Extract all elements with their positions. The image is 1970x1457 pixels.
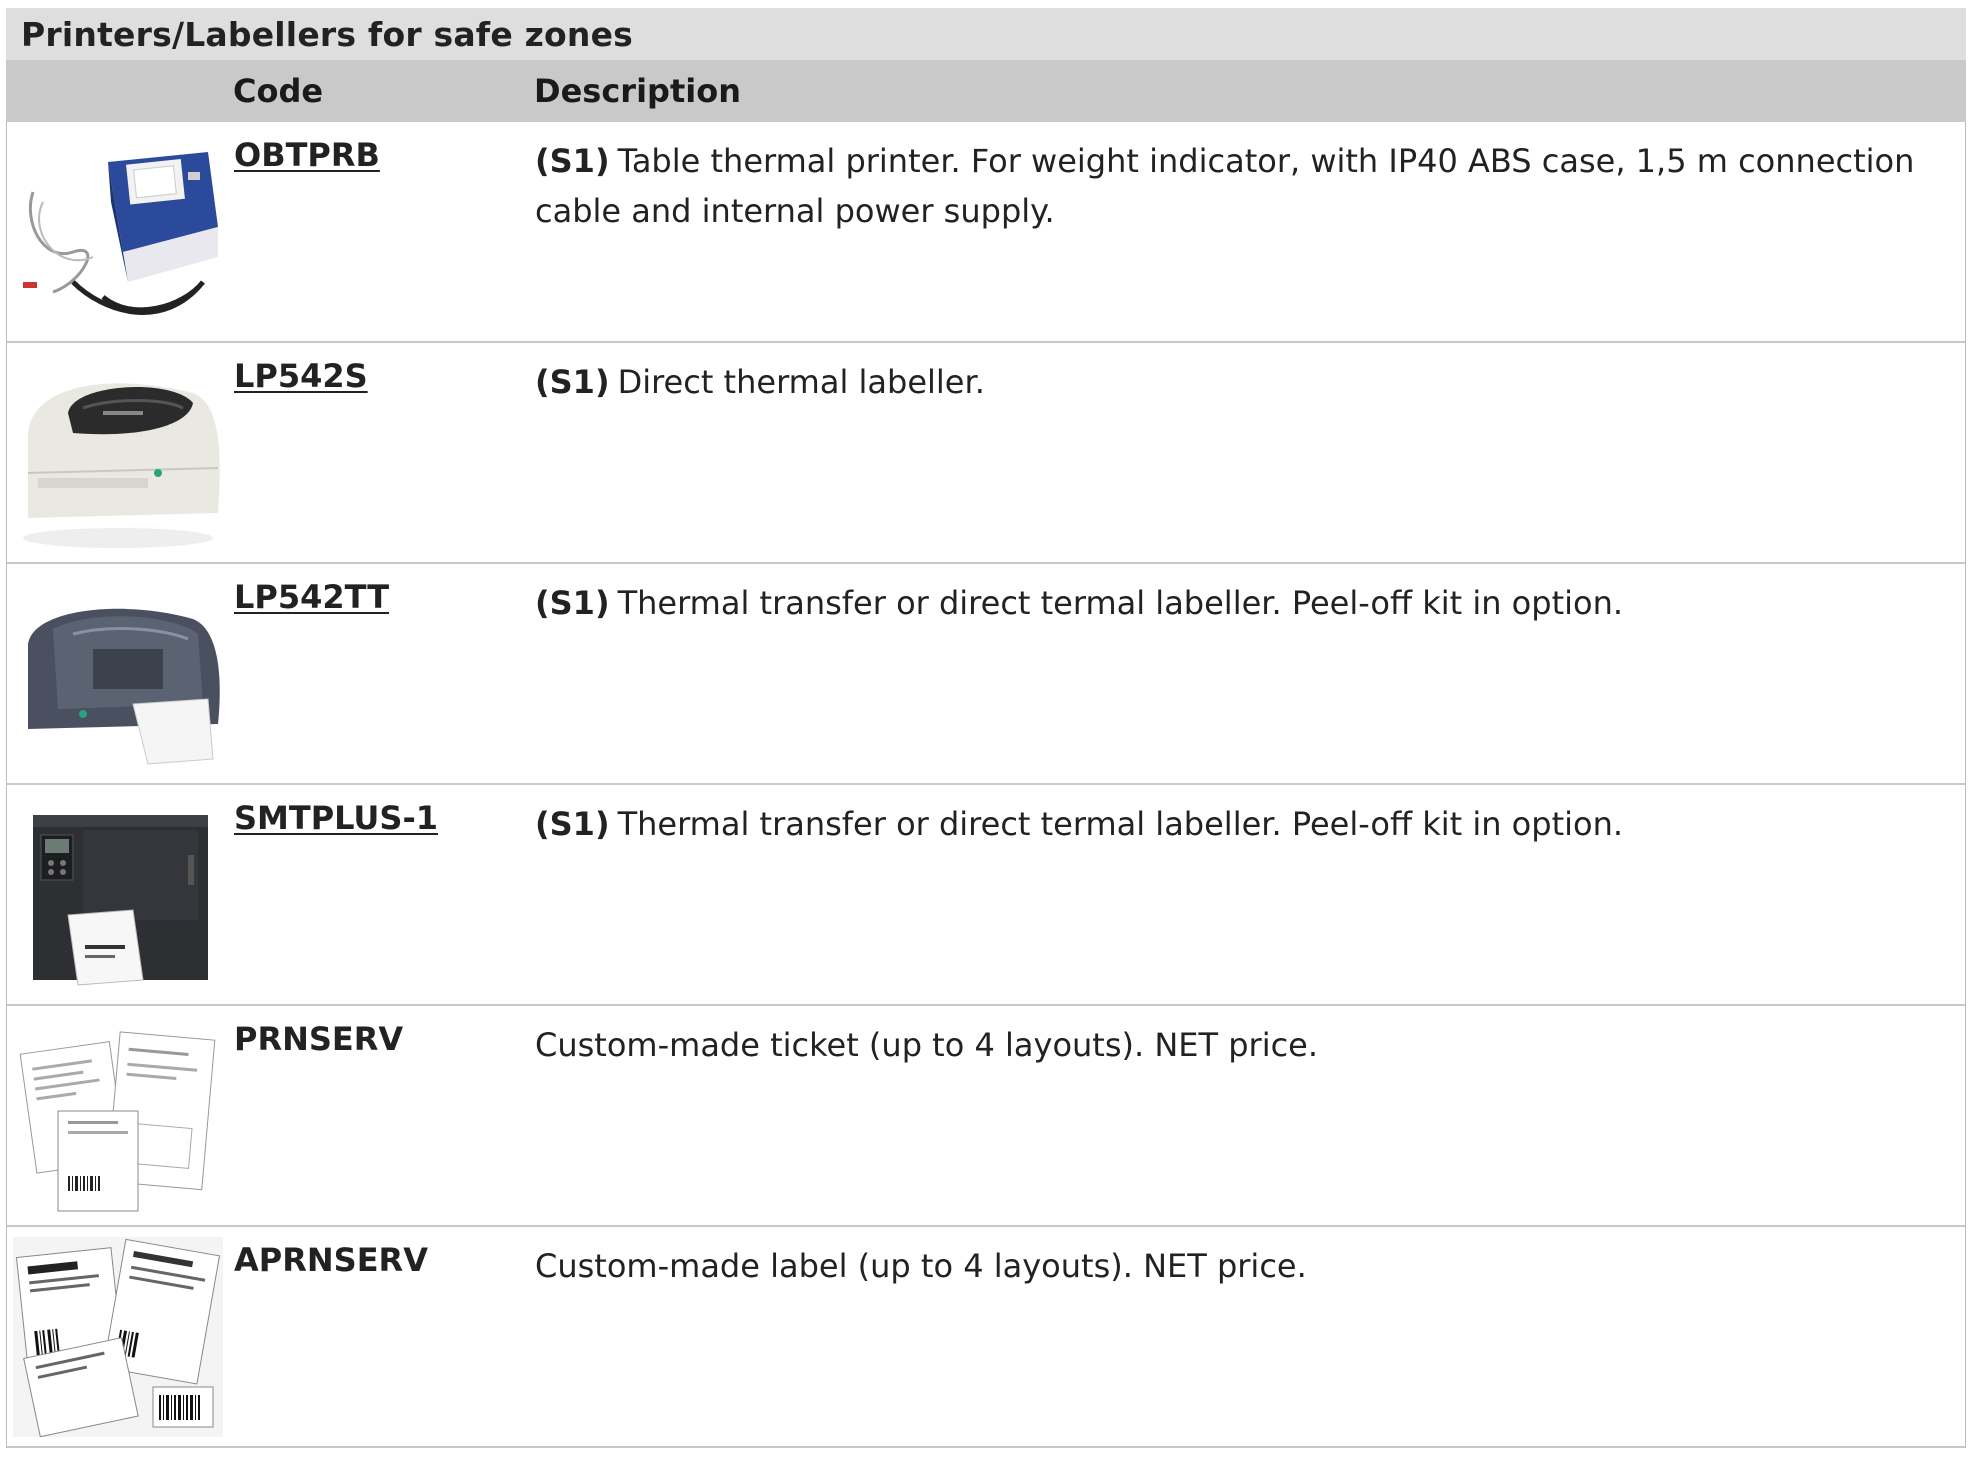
product-code: APRNSERV: [234, 1241, 428, 1279]
description-text: Direct thermal labeller.: [617, 363, 985, 401]
printers-table: Printers/Labellers for safe zones Code D…: [6, 8, 1966, 1448]
white-labeller-image: [13, 353, 223, 553]
grey-labeller-image: [13, 574, 223, 774]
description-text: Custom-made ticket (up to 4 layouts). NE…: [535, 1026, 1319, 1064]
table-header: Code Description: [6, 60, 1966, 122]
table-row: LP542TT (S1) Thermal transfer or direct t…: [7, 564, 1965, 785]
product-code-link[interactable]: LP542TT: [234, 578, 389, 616]
zone-tag: (S1): [535, 805, 610, 843]
description-text: Custom-made label (up to 4 layouts). NET…: [535, 1247, 1307, 1285]
industrial-labeller-image: [13, 795, 223, 995]
sample-tickets-image: [13, 1016, 223, 1216]
description-text: Table thermal printer. For weight indica…: [535, 142, 1915, 230]
product-code-link[interactable]: LP542S: [234, 357, 368, 395]
zone-tag: (S1): [535, 142, 610, 180]
product-code-link[interactable]: SMTPLUS-1: [234, 799, 438, 837]
table-row: SMTPLUS-1 (S1) Thermal transfer or direct…: [7, 785, 1965, 1006]
column-header-code: Code: [233, 72, 324, 110]
column-header-description: Description: [534, 72, 741, 110]
product-code-link[interactable]: OBTPRB: [234, 136, 380, 174]
product-description: (S1) Thermal transfer or direct termal la…: [535, 799, 1945, 849]
section-title-bar: Printers/Labellers for safe zones: [6, 8, 1966, 60]
section-title: Printers/Labellers for safe zones: [21, 14, 634, 54]
table-row: OBTPRB (S1) Table thermal printer. For we…: [7, 122, 1965, 343]
table-row: LP542S (S1) Direct thermal labeller.: [7, 343, 1965, 564]
table-body: OBTPRB (S1) Table thermal printer. For we…: [6, 122, 1966, 1448]
product-code: PRNSERV: [234, 1020, 404, 1058]
description-text: Thermal transfer or direct termal labell…: [617, 805, 1624, 843]
product-description: (S1) Table thermal printer. For weight in…: [535, 136, 1945, 236]
product-description: (S1) Direct thermal labeller.: [535, 357, 1945, 407]
zone-tag: (S1): [535, 584, 610, 622]
product-description: Custom-made label (up to 4 layouts). NET…: [535, 1241, 1945, 1291]
product-description: Custom-made ticket (up to 4 layouts). NE…: [535, 1020, 1945, 1070]
description-text: Thermal transfer or direct termal labell…: [617, 584, 1624, 622]
thermal-printer-image: [13, 132, 223, 332]
sample-labels-image: [13, 1237, 223, 1437]
table-row: PRNSERV Custom-made ticket (up to 4 layo…: [7, 1006, 1965, 1227]
table-row: APRNSERV Custom-made label (up to 4 layo…: [7, 1227, 1965, 1448]
zone-tag: (S1): [535, 363, 610, 401]
product-description: (S1) Thermal transfer or direct termal la…: [535, 578, 1945, 628]
